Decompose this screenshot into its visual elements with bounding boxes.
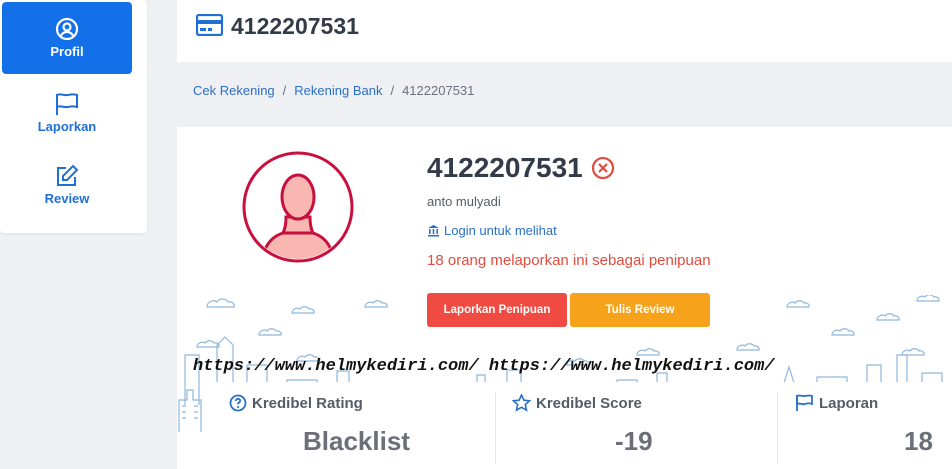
flag-icon (796, 394, 813, 411)
sidebar: Profil Laporkan Review (0, 0, 147, 233)
account-owner: anto mulyadi (427, 194, 501, 209)
stat-kredibel-rating: Kredibel Rating Blacklist (203, 382, 495, 469)
sidebar-item-review[interactable]: Review (2, 149, 132, 221)
stat-label-text: Kredibel Score (536, 394, 642, 412)
sidebar-item-profil[interactable]: Profil (2, 2, 132, 74)
sidebar-item-laporkan[interactable]: Laporkan (2, 77, 132, 149)
breadcrumb-separator: / (282, 83, 287, 98)
fraud-report-count: 18 orang melaporkan ini sebagai penipuan (427, 252, 711, 269)
stat-label: Kredibel Rating (229, 394, 363, 412)
credit-card-icon (196, 14, 223, 36)
x-circle-icon (591, 156, 614, 180)
edit-icon (57, 164, 79, 186)
watermark-text: https://www.helmykediri.com/ https://www… (193, 357, 775, 376)
stat-label: Laporan (795, 394, 878, 412)
breadcrumb-separator: / (390, 83, 395, 98)
stat-value: Blacklist (303, 426, 410, 456)
breadcrumb-link-rekening-bank[interactable]: Rekening Bank (294, 83, 382, 98)
stat-value: 18 (904, 426, 933, 456)
login-link-text: Login untuk melihat (444, 223, 557, 238)
report-fraud-button[interactable]: Laporkan Penipuan (427, 293, 567, 327)
account-number-text: 4122207531 (427, 152, 583, 183)
sidebar-item-label: Laporkan (37, 119, 97, 134)
breadcrumb: Cek Rekening / Rekening Bank / 4122207531 (193, 83, 474, 98)
avatar (242, 151, 354, 263)
account-number: 4122207531 (427, 152, 615, 184)
user-circle-icon (55, 17, 79, 41)
star-icon (512, 394, 531, 412)
stat-value: -19 (615, 426, 653, 456)
stat-label-text: Kredibel Rating (252, 394, 363, 412)
write-review-button[interactable]: Tulis Review (570, 293, 710, 327)
building-illustration (178, 389, 202, 432)
breadcrumb-link-cek-rekening[interactable]: Cek Rekening (193, 83, 275, 98)
bank-icon (428, 225, 439, 237)
stat-label-text: Laporan (819, 394, 879, 412)
stat-kredibel-score: Kredibel Score -19 (486, 382, 776, 469)
page-header: 4122207531 (177, 0, 952, 62)
page-title: 4122207531 (231, 13, 359, 39)
question-circle-icon (229, 394, 247, 412)
stat-label: Kredibel Score (512, 394, 642, 412)
flag-icon (56, 93, 78, 115)
stats-bar: Kredibel Rating Blacklist Kredibel Score… (203, 382, 952, 469)
stat-laporan: Laporan 18 (769, 382, 952, 469)
sidebar-item-label: Review (44, 191, 90, 206)
login-link[interactable]: Login untuk melihat (427, 223, 557, 238)
sidebar-item-label: Profil (50, 44, 84, 59)
breadcrumb-current: 4122207531 (402, 83, 475, 98)
